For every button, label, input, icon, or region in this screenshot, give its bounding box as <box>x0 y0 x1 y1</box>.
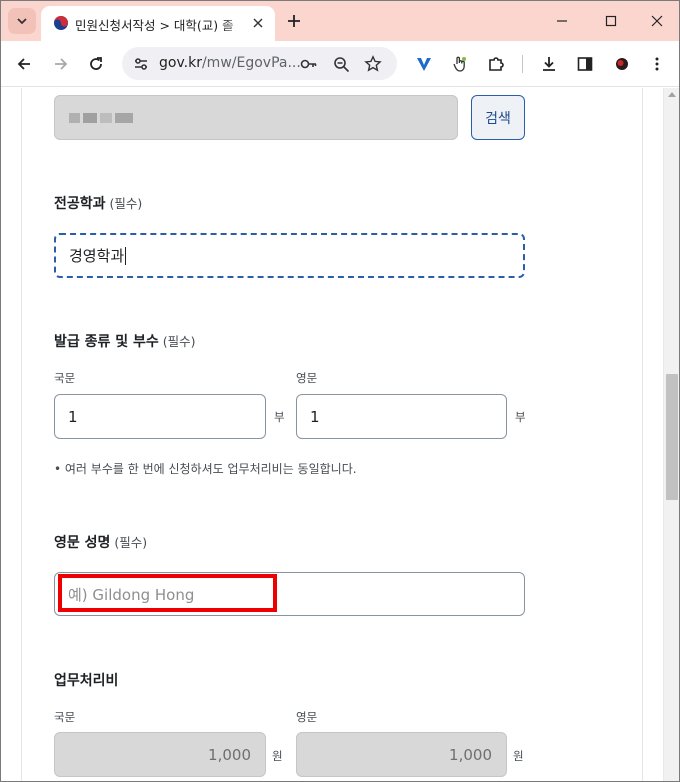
active-tab[interactable]: 민원신청서작성 > 대학(교) 졸 <box>41 6 275 41</box>
chevron-down-icon <box>17 18 27 25</box>
zoom-button[interactable] <box>330 53 352 75</box>
downloads-button[interactable] <box>537 52 561 76</box>
text-cursor <box>125 246 127 265</box>
browser-toolbar: gov.kr/mw/EgovPa... <box>1 41 679 87</box>
scroll-up-arrow-icon[interactable] <box>668 92 676 97</box>
avatar-icon <box>616 58 628 70</box>
korean-fee-unit: 원 <box>272 749 283 763</box>
major-input-value: 경영학과 <box>69 247 125 265</box>
korean-copies-input[interactable]: 1 <box>54 394 266 439</box>
browser-window: 민원신청서작성 > 대학(교) 졸 gov.kr/mw/EgovPa... 검색… <box>0 0 680 782</box>
menu-button[interactable] <box>645 52 669 76</box>
page-content: 검색 전공학과 (필수) 경영학과 발급 종류 및 부수 (필수) 국문 영문 1 … <box>1 88 663 781</box>
tab-title: 민원신청서작성 > 대학(교) 졸 <box>75 18 234 33</box>
forward-button[interactable] <box>49 52 73 76</box>
scrollbar-thumb[interactable] <box>666 374 678 500</box>
site-info-button[interactable] <box>130 53 152 75</box>
fee-note: • 여러 부수를 한 번에 신청하셔도 업무처리비는 동일합니다. <box>54 462 357 476</box>
close-icon <box>253 18 263 28</box>
minimize-button[interactable] <box>550 9 574 33</box>
url-text: gov.kr/mw/EgovPa... <box>159 55 301 71</box>
tune-icon <box>135 58 147 70</box>
extensions-button[interactable] <box>484 52 508 76</box>
arrow-left-icon <box>17 58 30 70</box>
new-tab-button[interactable] <box>283 10 305 32</box>
english-name-label: 영문 성명 (필수) <box>54 535 148 551</box>
english-fee-unit: 원 <box>513 749 524 763</box>
reload-icon <box>90 57 102 70</box>
english-copies-input[interactable]: 1 <box>296 394 507 439</box>
fee-label: 업무처리비 <box>54 673 119 689</box>
korean-fee-field: 1,000 <box>54 732 266 777</box>
search-button[interactable]: 검색 <box>471 95 525 140</box>
download-icon <box>543 57 555 71</box>
major-label: 전공학과 (필수) <box>54 196 143 212</box>
password-key-button[interactable] <box>298 53 320 75</box>
english-copies-label: 영문 <box>296 371 318 385</box>
maximize-icon <box>605 15 617 27</box>
english-fee-label: 영문 <box>296 710 318 724</box>
issue-label: 발급 종류 및 부수 (필수) <box>54 334 196 350</box>
reload-button[interactable] <box>84 52 108 76</box>
extension-hand-button[interactable] <box>448 52 472 76</box>
minimize-icon <box>557 20 567 22</box>
side-panel-button[interactable] <box>573 52 597 76</box>
address-bar[interactable]: gov.kr/mw/EgovPa... <box>122 47 397 80</box>
back-button[interactable] <box>12 52 36 76</box>
plus-icon <box>288 15 300 27</box>
korean-copies-label: 국문 <box>54 371 76 385</box>
english-copies-unit: 부 <box>515 410 526 424</box>
korea-taegeuk-icon <box>54 16 68 30</box>
star-icon <box>364 55 382 72</box>
tab-strip: 민원신청서작성 > 대학(교) 졸 <box>1 1 679 41</box>
school-name-field[interactable] <box>54 95 458 140</box>
red-highlight-box <box>58 574 277 612</box>
korean-fee-label: 국문 <box>54 710 76 724</box>
close-icon <box>651 15 663 27</box>
english-fee-field: 1,000 <box>296 732 507 777</box>
key-icon <box>300 59 317 69</box>
zoom-out-icon <box>333 56 349 72</box>
tab-close-button[interactable] <box>249 14 267 32</box>
major-input[interactable]: 경영학과 <box>54 233 525 278</box>
puzzle-icon <box>489 57 504 71</box>
bookmark-button[interactable] <box>362 53 384 75</box>
profile-button[interactable] <box>610 52 634 76</box>
vertical-scrollbar[interactable] <box>663 88 679 781</box>
korean-copies-unit: 부 <box>274 410 285 424</box>
close-window-button[interactable] <box>645 9 669 33</box>
more-vert-icon <box>655 57 659 71</box>
arrow-right-icon <box>55 58 68 70</box>
tab-search-button[interactable] <box>8 8 36 34</box>
side-panel-icon <box>577 57 593 71</box>
maximize-button[interactable] <box>599 9 623 33</box>
hand-pointer-icon <box>453 56 466 72</box>
extension-v-button[interactable] <box>412 52 436 76</box>
v-logo-icon <box>417 58 431 71</box>
